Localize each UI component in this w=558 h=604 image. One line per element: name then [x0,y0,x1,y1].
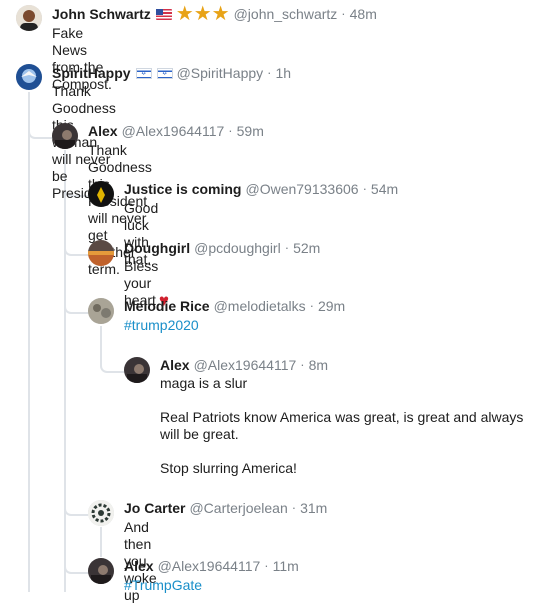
comment-header: John Schwartz ★★★ @john_schwartz · 48m [52,3,377,25]
separator-dot: · [362,181,367,196]
hashtag-link[interactable]: #trump2020 [124,317,199,333]
thread-elbow [28,118,52,139]
thread-elbow [64,293,88,314]
hashtag-link[interactable]: #TrumpGate [124,577,202,593]
author-handle[interactable]: @Carterjoelean [189,499,287,517]
separator-dot: · [309,298,314,313]
avatar[interactable] [88,558,114,584]
comment-paragraph: Stop slurring America! [160,460,297,476]
author-name[interactable]: Melodie Rice [124,297,210,315]
author-handle[interactable]: @Alex19644117 [194,356,297,374]
separator-dot: · [291,500,297,515]
timestamp[interactable]: 54m [371,180,398,198]
comment-paragraph: maga is a slur [160,375,248,391]
user-avatar-icon [16,64,42,90]
avatar[interactable] [16,5,42,31]
user-avatar-icon [88,298,114,324]
author-handle[interactable]: @Owen79133606 [245,180,358,198]
author-handle[interactable]: @john_schwartz [234,5,338,23]
comment-header: Alex @Alex19644117 · 11m [124,557,299,575]
user-avatar-icon [52,123,78,149]
comment-header: Doughgirl @pcdoughgirl · 52m [124,239,320,257]
author-handle[interactable]: @melodietalks [214,297,306,315]
comment-body: #TrumpGate [124,577,202,594]
avatar[interactable] [16,64,42,90]
author-name[interactable]: John Schwartz [52,5,151,23]
separator-dot: · [300,357,305,372]
timestamp[interactable]: 1h [276,64,292,82]
author-name[interactable]: SpiritHappy [52,64,131,82]
thread-elbow [100,352,124,373]
author-name[interactable]: Doughgirl [124,239,190,257]
us-flag-icon [155,8,172,20]
user-avatar-icon [124,357,150,383]
author-name[interactable]: Alex [124,557,154,575]
thread-elbow [64,553,88,574]
timestamp[interactable]: 8m [309,356,328,374]
comment-body: #trump2020 [124,317,199,334]
author-name[interactable]: Jo Carter [124,499,185,517]
avatar[interactable] [124,357,150,383]
comment-header: Alex @Alex19644117 · 59m [88,122,264,140]
author-name[interactable]: Alex [88,122,118,140]
comment-header: Melodie Rice @melodietalks · 29m [124,297,345,315]
author-handle[interactable]: @Alex19644117 [158,557,261,575]
timestamp[interactable]: 29m [318,297,345,315]
separator-dot: · [228,123,233,138]
comment-header: Jo Carter @Carterjoelean · 31m [124,499,327,517]
thread-line-level3 [100,527,102,557]
separator-dot: · [341,6,346,21]
author-handle[interactable]: @pcdoughgirl [194,239,281,257]
user-avatar-icon [16,5,42,31]
separator-dot: · [284,240,290,255]
author-handle[interactable]: @SpiritHappy [177,64,264,82]
thread-line-level2 [64,150,66,592]
thread-elbow [64,495,88,516]
author-handle[interactable]: @Alex19644117 [122,122,225,140]
user-avatar-icon [88,558,114,584]
comment-header: SpiritHappy @SpiritHappy · 1h [52,64,291,82]
timestamp[interactable]: 48m [350,5,377,23]
timestamp[interactable]: 52m [293,239,320,257]
comment-header: Alex @Alex19644117 · 8m [160,356,328,374]
timestamp[interactable]: 31m [300,499,327,517]
separator-dot: · [267,65,272,80]
thread-line-level1 [28,92,30,592]
israel-flag-icon [135,67,152,79]
user-avatar-icon [88,500,114,526]
user-avatar-icon [88,240,114,266]
user-avatar-icon [88,181,114,207]
author-name[interactable]: Justice is coming [124,180,241,198]
avatar[interactable] [88,298,114,324]
author-name[interactable]: Alex [160,356,190,374]
star-rating-icon: ★★★ [175,3,230,25]
timestamp[interactable]: 59m [237,122,264,140]
avatar[interactable] [88,181,114,207]
separator-dot: · [264,558,269,573]
avatar[interactable] [88,240,114,266]
thread-elbow [64,235,88,256]
comment-header: Justice is coming @Owen79133606 · 54m [124,180,398,198]
avatar[interactable] [88,500,114,526]
timestamp[interactable]: 11m [273,557,299,575]
comment-paragraph: Real Patriots know America was great, is… [160,409,524,442]
avatar[interactable] [52,123,78,149]
comment-body: maga is a slur Real Patriots know Americ… [160,375,535,477]
israel-flag-icon [156,67,173,79]
